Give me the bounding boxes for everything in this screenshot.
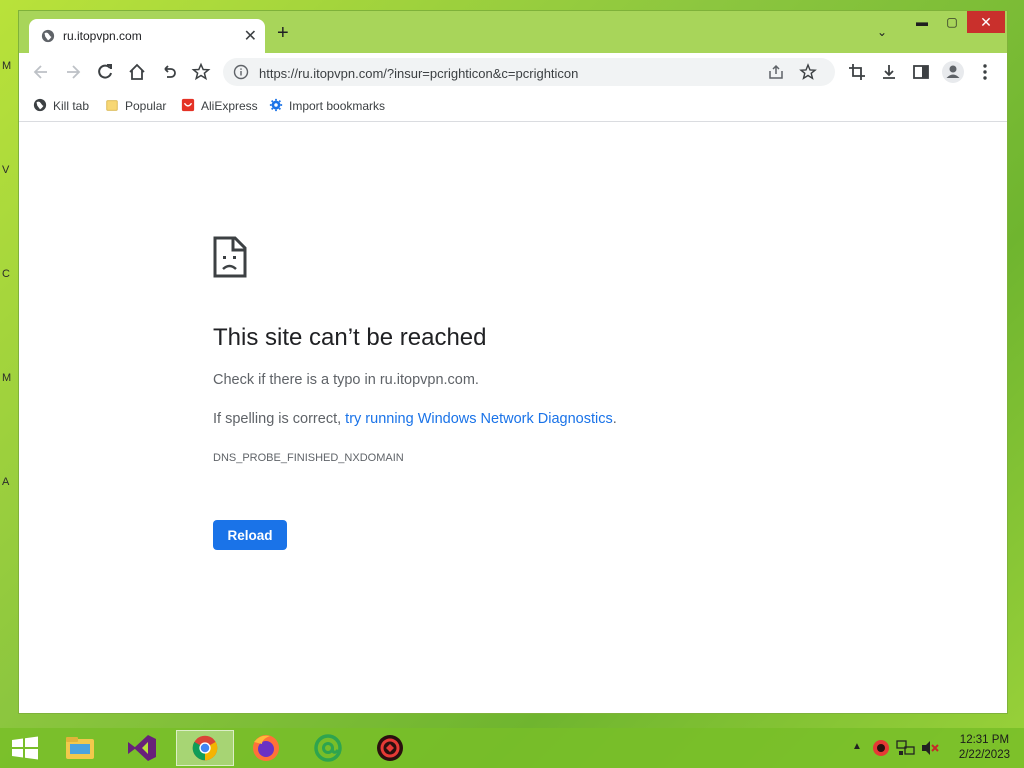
crop-icon[interactable] [847,62,867,82]
bookmark-label: AliExpress [201,99,258,113]
globe-icon [41,29,55,43]
taskbar: ▲ 12:31 PM 2/22/2023 [0,728,1024,768]
windows-start-icon[interactable] [0,730,50,766]
bookmark-star-icon[interactable] [799,63,817,81]
bookmark-label: Popular [125,99,167,113]
more-menu-icon[interactable] [975,62,995,82]
volume-muted-icon[interactable] [920,739,940,757]
forward-arrow-icon[interactable] [63,62,83,82]
bookmark-aliexpress[interactable]: AliExpress [181,98,258,114]
bookmark-label: Import bookmarks [289,99,386,113]
bookmark-kill-tab[interactable]: Kill tab [33,98,89,114]
download-icon[interactable] [879,62,899,82]
bookmark-popular[interactable]: Popular [105,98,166,114]
mail-agent-icon[interactable] [300,730,356,766]
diagnostics-prefix: If spelling is correct, [213,411,346,427]
undo-icon[interactable] [159,62,179,82]
error-title: This site can’t be reached [213,324,487,351]
url-input[interactable] [257,62,761,84]
desktop-icon-label[interactable]: V [2,164,9,176]
tray-expand-icon[interactable]: ▲ [852,741,862,752]
browser-window: ru.itopvpn.com ✕ + ⌄ ▬ ▢ ✕ https://ru.it… [18,10,1008,714]
star-icon[interactable] [191,62,211,82]
network-diagnostics-link[interactable]: try running Windows Network Diagnostics [345,411,613,427]
page-content: This site can’t be reached Check if ther… [19,122,1007,713]
clock-time: 12:31 PM [959,734,1010,746]
title-bar[interactable]: ru.itopvpn.com ✕ + ⌄ ▬ ▢ ✕ [19,11,1007,53]
tab-close-icon[interactable]: ✕ [244,26,257,46]
firefox-icon[interactable] [238,730,294,766]
bookmarks-bar: Kill tab Popular AliExpress Import bookm… [19,91,1007,122]
aliexpress-icon [181,98,195,112]
network-icon[interactable] [896,739,916,757]
bookmark-import[interactable]: Import bookmarks [269,98,385,114]
new-tab-button[interactable]: + [277,23,289,43]
reload-button[interactable]: Reload [213,520,287,550]
desktop-icon-label[interactable]: C [2,268,10,280]
share-icon[interactable] [767,63,785,81]
side-panel-icon[interactable] [911,62,931,82]
maximize-button[interactable]: ▢ [937,11,967,33]
desktop-icon-label[interactable]: M [2,372,11,384]
home-icon[interactable] [127,62,147,82]
security-app-icon[interactable] [362,730,418,766]
minimize-button[interactable]: ▬ [907,11,937,33]
toolbar [19,53,1007,91]
tab-title: ru.itopvpn.com [63,29,142,43]
tab-active[interactable]: ru.itopvpn.com ✕ [29,19,265,53]
sad-document-icon [213,236,247,278]
globe-icon [33,98,47,112]
error-typo-hint: Check if there is a typo in ru.itopvpn.c… [213,372,479,388]
gear-icon [269,98,283,112]
back-arrow-icon[interactable] [31,62,51,82]
chrome-taskbar-icon[interactable] [176,730,234,766]
diagnostics-suffix: . [612,411,617,427]
profile-avatar-icon[interactable] [941,60,965,84]
visual-studio-icon[interactable] [114,730,170,766]
close-window-button[interactable]: ✕ [967,11,1005,33]
tab-search-chevron-icon[interactable]: ⌄ [877,25,887,39]
reload-icon[interactable] [95,62,115,82]
desktop-icon-label[interactable]: M [2,60,11,72]
tray-security-icon[interactable] [872,739,890,757]
info-icon[interactable] [233,64,249,80]
clock-date: 2/22/2023 [958,749,1010,761]
error-diagnostics-hint: If spelling is correct, try running Wind… [213,411,617,427]
desktop-icon-label[interactable]: A [2,476,9,488]
error-code: DNS_PROBE_FINISHED_NXDOMAIN [213,452,404,464]
file-explorer-icon[interactable] [52,730,108,766]
address-bar[interactable] [223,58,835,86]
folder-icon [106,100,118,111]
taskbar-clock[interactable]: 12:31 PM 2/22/2023 [959,733,1010,763]
bookmark-label: Kill tab [53,99,90,113]
